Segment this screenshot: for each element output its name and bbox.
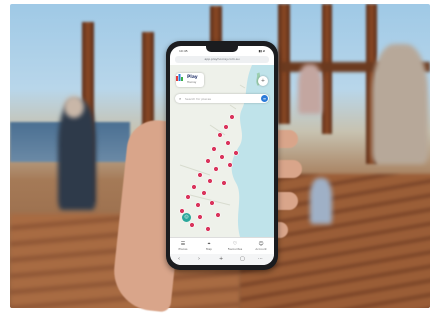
map-pin-icon[interactable] <box>189 222 195 228</box>
blurred-person-head <box>64 96 84 118</box>
map-pin-icon[interactable] <box>223 124 229 130</box>
map-pin-icon[interactable] <box>221 180 227 186</box>
photo-stage: 10:45 ▮▮ ▰ app.playhooray.com.au Play Ho… <box>0 0 438 313</box>
nav-favourites[interactable]: ♡ Favourites <box>222 241 248 251</box>
forward-icon[interactable]: › <box>198 256 200 262</box>
nav-label: Map <box>206 247 212 251</box>
map-pin-icon[interactable] <box>225 140 231 146</box>
map-pin-icon[interactable] <box>191 184 197 190</box>
phone-screen: 10:45 ▮▮ ▰ app.playhooray.com.au Play Ho… <box>170 46 274 265</box>
map-pin-icon[interactable] <box>185 194 191 200</box>
more-icon[interactable]: ⋯ <box>258 256 263 262</box>
blurred-structure <box>372 44 428 164</box>
locate-me-icon[interactable]: ◎ <box>182 213 191 222</box>
filter-button[interactable]: ≡ <box>261 95 268 102</box>
logo-title: Play <box>187 75 198 80</box>
blurred-child <box>310 178 332 224</box>
tabs-icon[interactable]: ▢ <box>240 256 245 262</box>
map-pin-icon[interactable] <box>197 214 203 220</box>
map-pin-icon[interactable] <box>209 200 215 206</box>
map-pin-icon[interactable] <box>215 212 221 218</box>
map-pin-icon[interactable] <box>201 190 207 196</box>
blurred-person <box>298 64 322 114</box>
browser-toolbar: ‹ › + ▢ ⋯ <box>170 254 274 265</box>
phone-notch <box>206 46 238 52</box>
nav-label: Favourites <box>227 247 243 251</box>
map-pin-icon[interactable] <box>217 132 223 138</box>
play-logo-icon <box>176 74 183 81</box>
map-pin-icon[interactable] <box>197 172 203 178</box>
status-time: 10:45 <box>179 49 188 53</box>
ocean-water <box>231 65 274 237</box>
map-pin-icon[interactable] <box>229 114 235 120</box>
new-tab-icon[interactable]: + <box>219 256 223 262</box>
nav-label: Places <box>178 247 188 251</box>
map-view[interactable]: Play Hooray + ⌕ Search for places ≡ ◎ <box>170 65 274 237</box>
search-input[interactable]: ⌕ Search for places ≡ <box>175 94 269 103</box>
map-pin-icon[interactable] <box>205 226 211 232</box>
search-placeholder: Search for places <box>185 97 211 101</box>
map-pin-icon[interactable] <box>213 166 219 172</box>
map-pin-icon[interactable] <box>233 150 239 156</box>
search-icon: ⌕ <box>179 96 182 101</box>
map-pin-icon[interactable] <box>211 146 217 152</box>
map-pin-icon[interactable] <box>195 202 201 208</box>
map-pin-icon[interactable] <box>205 158 211 164</box>
nav-label: Account <box>255 247 267 251</box>
nav-map[interactable]: ⌖ Map <box>196 241 222 251</box>
plus-icon[interactable]: + <box>258 76 268 86</box>
nav-places[interactable]: ☰ Places <box>170 241 196 251</box>
signal-battery-icon: ▮▮ ▰ <box>258 49 265 53</box>
logo-subtitle: Hooray <box>187 81 197 84</box>
nav-account[interactable]: ☺ Account <box>248 241 274 251</box>
roads <box>179 84 246 206</box>
map-pin-icon[interactable] <box>219 154 225 160</box>
app-logo-card[interactable]: Play Hooray <box>176 73 204 87</box>
smartphone: 10:45 ▮▮ ▰ app.playhooray.com.au Play Ho… <box>166 41 278 270</box>
map-pin-icon[interactable] <box>207 178 213 184</box>
bottom-navigation: ☰ Places ⌖ Map ♡ Favourites ☺ Account <box>170 237 274 255</box>
back-icon[interactable]: ‹ <box>178 256 180 262</box>
map-pin-icon[interactable] <box>227 162 233 168</box>
browser-url-bar[interactable]: app.playhooray.com.au <box>175 56 269 63</box>
map-canvas <box>179 65 274 237</box>
